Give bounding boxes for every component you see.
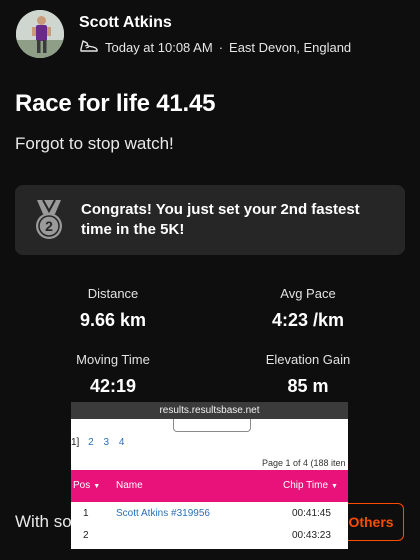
stat-label: Elevation Gain: [265, 352, 351, 367]
page-info: Page 1 of 4 (188 iten: [262, 458, 346, 468]
url-tab: [173, 419, 251, 432]
activity-title: Race for life 41.45: [15, 90, 216, 117]
row-chip-time: 00:43:23: [292, 530, 331, 541]
athlete-name[interactable]: Scott Atkins: [79, 14, 172, 32]
achievement-text: Congrats! You just set your 2nd fastest …: [81, 201, 360, 238]
achievement-card[interactable]: 2 Congrats! You just set your 2nd fastes…: [15, 185, 405, 255]
activity-location: East Devon, England: [229, 40, 352, 55]
with-athletes-text: With so: [15, 512, 72, 531]
running-shoe-icon: [79, 38, 99, 57]
column-label: Pos: [73, 480, 91, 491]
url-bar: results.resultsbase.net: [71, 402, 348, 419]
medal-rank: 2: [45, 218, 53, 234]
stat-value: 9.66 km: [79, 310, 147, 330]
pager-fragment: 1]: [71, 437, 80, 448]
column-label: Chip Time: [283, 480, 329, 491]
stat-distance: Distance 9.66 km: [38, 286, 188, 331]
activity-timestamp: Today at 10:08 AM: [105, 40, 213, 55]
sort-caret-icon: ▼: [331, 483, 338, 490]
row-pos: 2: [83, 530, 89, 541]
column-chip-time[interactable]: Chip Time ▼: [283, 480, 338, 491]
sort-caret-icon: ▼: [93, 483, 101, 490]
stat-elevation-gain: Elevation Gain 85 m: [233, 352, 383, 397]
page-link[interactable]: 4: [119, 437, 125, 448]
activity-meta: Today at 10:08 AM · East Devon, England: [79, 38, 351, 57]
row-chip-time: 00:41:45: [292, 508, 331, 519]
activity-header: Scott Atkins Today at 10:08 AM · East De…: [16, 10, 408, 66]
stat-label: Avg Pace: [280, 286, 336, 301]
stat-moving-time: Moving Time 42:19: [38, 352, 188, 397]
stat-value: 42:19: [89, 376, 137, 396]
column-pos[interactable]: Pos ▼: [73, 480, 100, 491]
avatar[interactable]: [16, 10, 64, 58]
page-link[interactable]: 3: [103, 437, 109, 448]
activity-description: Forgot to stop watch!: [15, 134, 174, 153]
stat-label: Distance: [87, 286, 139, 301]
stat-avg-pace: Avg Pace 4:23 /km: [233, 286, 383, 331]
stat-label: Moving Time: [76, 352, 150, 367]
row-name-link[interactable]: Scott Atkins #319956: [116, 508, 210, 519]
page-link[interactable]: 2: [88, 437, 94, 448]
stat-value: 85 m: [287, 376, 329, 396]
table-row: 2 00:43:23: [71, 526, 348, 547]
row-pos: 1: [83, 508, 89, 519]
stat-value: 4:23 /km: [271, 310, 345, 330]
results-table-header: Pos ▼ Name Chip Time ▼: [71, 470, 348, 502]
column-name[interactable]: Name: [116, 480, 143, 491]
table-row: 1 Scott Atkins #319956 00:41:45: [71, 504, 348, 525]
results-pager: 1] 2 3 4: [71, 437, 131, 448]
medal-icon: 2: [29, 198, 69, 242]
meta-separator: ·: [218, 40, 224, 55]
results-screenshot: results.resultsbase.net 1] 2 3 4 Page 1 …: [71, 402, 348, 549]
